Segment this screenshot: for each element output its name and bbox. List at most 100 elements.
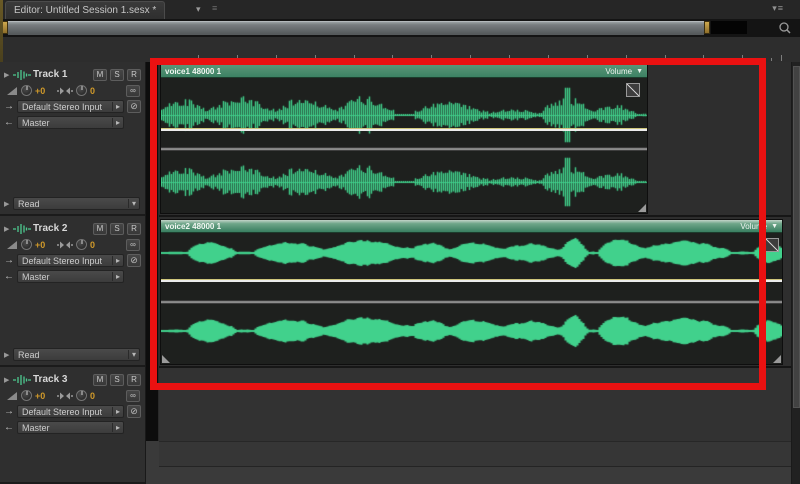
mute-button[interactable]: M xyxy=(93,69,107,81)
input-select[interactable]: Default Stereo Input ▸ xyxy=(17,405,124,418)
ruler-tickmark xyxy=(528,58,529,61)
clip-stretch-handle[interactable] xyxy=(162,355,170,363)
ruler-tickmark xyxy=(247,58,248,61)
volume-knob[interactable] xyxy=(21,239,32,250)
channel-divider xyxy=(161,300,782,304)
solo-button[interactable]: S xyxy=(110,374,124,386)
volume-icon xyxy=(6,239,18,250)
ruler-tickmark xyxy=(237,55,238,61)
solo-button[interactable]: S xyxy=(110,223,124,235)
pan-icon xyxy=(57,86,73,96)
volume-knob[interactable] xyxy=(21,390,32,401)
record-arm-button[interactable]: R xyxy=(127,223,141,235)
output-select[interactable]: Master ▸ xyxy=(17,270,124,283)
ruler-tickmark xyxy=(256,58,257,61)
navigator-range-bar[interactable] xyxy=(8,21,704,35)
clip-title: voice1 48000 1 xyxy=(165,67,221,76)
tab-dropdown-icon[interactable]: ▾ xyxy=(196,4,201,15)
clip-stretch-handle[interactable] xyxy=(638,204,646,212)
track-section-2: ▶ Track 2 M S R +0 0 ∞ → xyxy=(0,216,145,367)
pan-knob[interactable] xyxy=(76,85,87,96)
ruler-tickmark xyxy=(470,55,471,61)
input-select[interactable]: Default Stereo Input ▸ xyxy=(17,254,124,267)
audio-clip-voice1[interactable]: voice1 48000 1 Volume ▼ xyxy=(160,64,648,214)
ruler-tickmark xyxy=(509,55,510,61)
audio-clip-voice2[interactable]: voice2 48000 1 Volume ▼ xyxy=(160,219,783,365)
track3-lane[interactable] xyxy=(159,368,791,441)
waveform-canvas[interactable] xyxy=(161,233,782,364)
ruler-tickmark xyxy=(383,58,384,61)
output-select[interactable]: Master ▸ xyxy=(17,421,124,434)
ruler-tickmark xyxy=(635,58,636,61)
record-arm-button[interactable]: R xyxy=(127,374,141,386)
pan-icon xyxy=(57,391,73,401)
automation-expander-icon[interactable]: ▶ xyxy=(4,351,13,359)
panel-edge-decoration xyxy=(0,0,3,62)
scrollbar-thumb[interactable] xyxy=(793,66,800,408)
automation-expander-icon[interactable]: ▶ xyxy=(4,200,13,208)
fade-handle-icon[interactable] xyxy=(626,83,640,97)
volume-icon xyxy=(6,85,18,96)
ruler-tickmark xyxy=(538,58,539,61)
record-arm-button[interactable]: R xyxy=(127,69,141,81)
solo-button[interactable]: S xyxy=(110,69,124,81)
ruler-tickmark xyxy=(422,58,423,61)
chevron-down-icon[interactable]: ▼ xyxy=(636,68,643,75)
clip-header[interactable]: voice2 48000 1 Volume ▼ xyxy=(161,220,782,233)
panel-menu-icon[interactable]: ▾≡ xyxy=(772,3,784,14)
chevron-down-icon: ▾ xyxy=(128,199,139,208)
clip-header[interactable]: voice1 48000 1 Volume ▼ xyxy=(161,65,647,78)
volume-knob[interactable] xyxy=(21,85,32,96)
clip-envelope-label[interactable]: Volume xyxy=(740,222,767,231)
input-select[interactable]: Default Stereo Input ▸ xyxy=(17,100,124,113)
chevron-down-icon[interactable]: ▼ xyxy=(771,223,778,230)
track-name[interactable]: Track 2 xyxy=(33,223,67,234)
ruler-tickmark xyxy=(674,58,675,61)
mute-button[interactable]: M xyxy=(93,223,107,235)
pan-knob[interactable] xyxy=(76,390,87,401)
ruler-tickmark xyxy=(665,55,666,61)
pan-value: 0 xyxy=(90,86,104,96)
pan-knob[interactable] xyxy=(76,239,87,250)
clip-stretch-handle[interactable] xyxy=(773,355,781,363)
empty-lane[interactable] xyxy=(159,442,800,466)
vertical-scrollbar[interactable] xyxy=(791,62,800,484)
panel-title-bar: Editor: Untitled Session 1.sesx * ▾ ≡ ▾≡ xyxy=(0,0,800,20)
link-channels-icon[interactable]: ∞ xyxy=(126,390,140,402)
clip-envelope-label[interactable]: Volume xyxy=(605,67,632,76)
monitor-input-icon[interactable]: ⊘ xyxy=(127,405,141,418)
ruler-tickmark xyxy=(334,58,335,61)
ruler-tickmark xyxy=(480,58,481,61)
volume-envelope-line[interactable] xyxy=(161,280,782,282)
volume-icon xyxy=(6,390,18,401)
ruler-tickmark xyxy=(431,55,432,61)
track-section-3: ▶ Track 3 M S R +0 0 ∞ → xyxy=(0,367,145,484)
ruler-tickmark xyxy=(490,58,491,61)
track-name[interactable]: Track 1 xyxy=(33,69,67,80)
ruler-tickmark xyxy=(655,58,656,61)
monitor-input-icon[interactable]: ⊘ xyxy=(127,254,141,267)
output-select[interactable]: Master ▸ xyxy=(17,116,124,129)
monitor-input-icon[interactable]: ⊘ xyxy=(127,100,141,113)
editor-tab[interactable]: Editor: Untitled Session 1.sesx * xyxy=(5,1,165,19)
track-expander-icon[interactable]: ▶ xyxy=(4,376,13,384)
link-channels-icon[interactable]: ∞ xyxy=(126,85,140,97)
automation-mode-select[interactable]: Read ▾ xyxy=(13,348,140,361)
track-expander-icon[interactable]: ▶ xyxy=(4,225,13,233)
fade-handle-icon[interactable] xyxy=(765,238,779,252)
ruler-tickmark xyxy=(305,58,306,61)
ruler-tickmark xyxy=(208,58,209,61)
track-name[interactable]: Track 3 xyxy=(33,374,67,385)
navigator-right-handle[interactable] xyxy=(704,21,710,34)
waveform-canvas[interactable] xyxy=(161,78,647,213)
track-expander-icon[interactable]: ▶ xyxy=(4,71,13,79)
ruler-tickmark xyxy=(723,58,724,61)
bottom-strip xyxy=(159,467,800,484)
mute-button[interactable]: M xyxy=(93,374,107,386)
automation-mode-select[interactable]: Read ▾ xyxy=(13,197,140,210)
volume-envelope-line[interactable] xyxy=(161,129,647,131)
ruler-tickmark xyxy=(188,58,189,61)
zoom-magnifier-icon[interactable] xyxy=(777,21,793,35)
navigator-offrange-area xyxy=(711,21,747,34)
link-channels-icon[interactable]: ∞ xyxy=(126,239,140,251)
